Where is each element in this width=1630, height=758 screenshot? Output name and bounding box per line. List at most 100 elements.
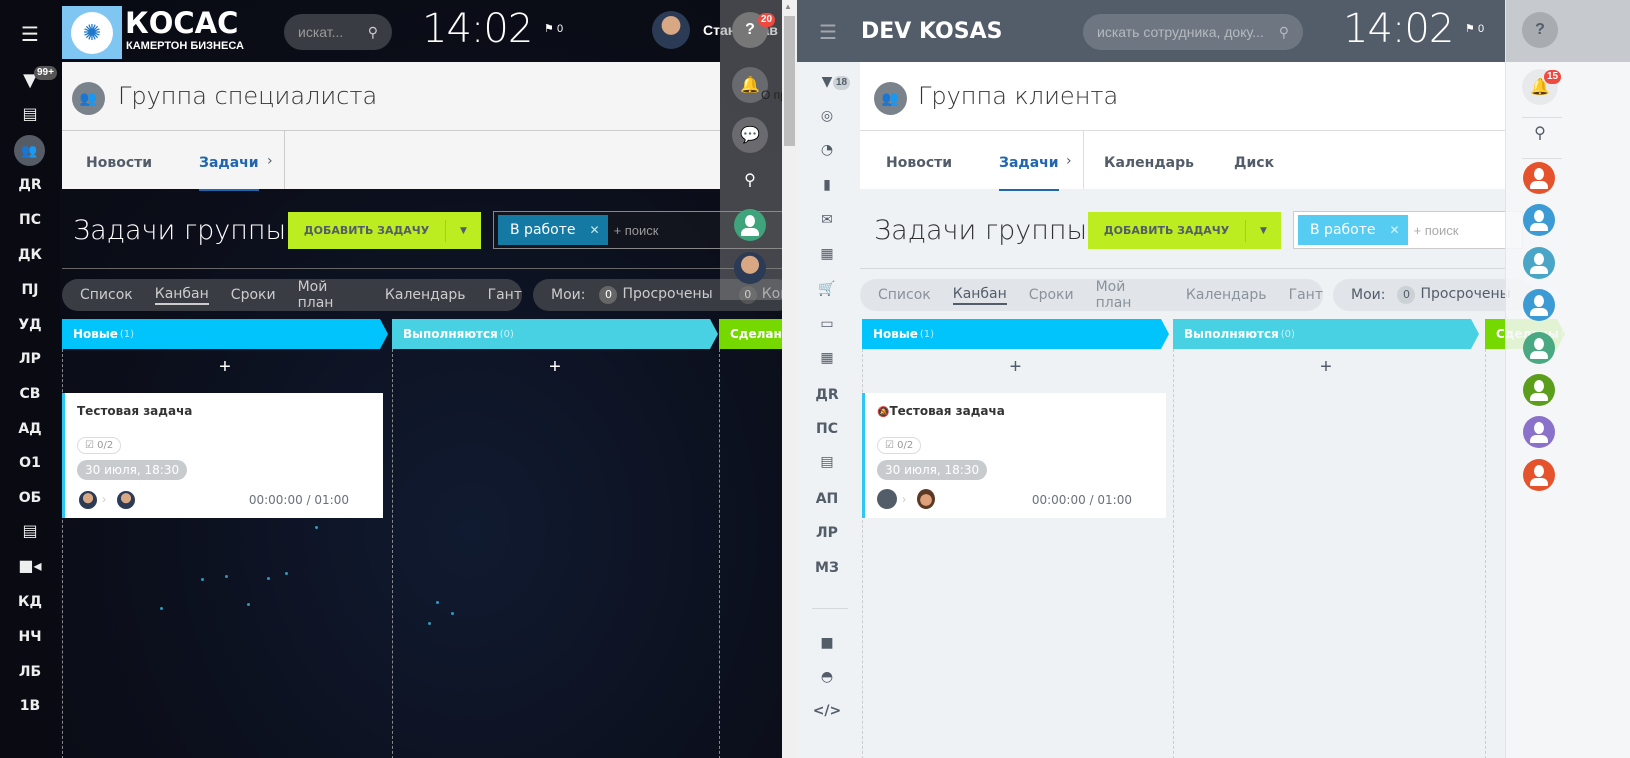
mail-icon[interactable]: ✉ (797, 212, 857, 228)
kanban-column-header[interactable]: Новые (1) (862, 319, 1169, 349)
sidebar-item[interactable]: КД (0, 594, 60, 610)
view-tab[interactable]: Гант (1289, 287, 1323, 303)
contact-avatar[interactable] (1523, 162, 1555, 194)
chat-icon[interactable]: 💬 (732, 117, 768, 153)
tabs-more-chevron-icon[interactable]: › (1066, 153, 1072, 169)
tab-news[interactable]: Новости (86, 155, 152, 171)
window-icon[interactable]: ▭ (797, 316, 857, 332)
view-tab[interactable]: Канбан (154, 286, 209, 305)
filter-search-input[interactable]: + поиск (614, 223, 659, 238)
cart-icon[interactable]: 🛒 (797, 281, 857, 297)
sidebar-item[interactable]: ПС (0, 212, 60, 228)
sidebar-item[interactable]: СВ (0, 386, 60, 402)
overdue-counter[interactable]: 0 Просрочены (599, 286, 713, 304)
deadline-badge[interactable]: 30 июля, 18:30 (77, 460, 188, 480)
add-task-button[interactable]: ДОБАВИТЬ ЗАДАЧУ ▼ (1088, 212, 1281, 249)
tab-tasks[interactable]: Задачи (999, 155, 1059, 191)
menu-hamburger-icon[interactable]: ☰ (0, 22, 60, 46)
add-task-dropdown-icon[interactable]: ▼ (445, 219, 481, 242)
tab-tasks[interactable]: Задачи (199, 155, 259, 191)
creator-avatar[interactable] (877, 489, 897, 509)
search-icon[interactable]: ⚲ (1522, 115, 1558, 151)
responsible-avatar[interactable] (117, 491, 135, 509)
scroll-up-icon[interactable]: ▲ (784, 2, 792, 11)
contact-avatar[interactable] (1523, 204, 1555, 236)
filter-funnel-icon[interactable]: ▼ (797, 74, 857, 90)
kanban-column-header[interactable]: Сделаны (719, 319, 782, 349)
document-icon[interactable]: ▤ (0, 104, 60, 123)
view-tab[interactable]: Список (878, 287, 931, 303)
add-task-plus-icon[interactable]: + (1173, 356, 1479, 379)
add-task-plus-icon[interactable]: + (862, 356, 1169, 379)
search-icon[interactable]: ⚲ (732, 162, 768, 198)
flag-counter[interactable]: ⚑ 0 (1465, 22, 1484, 35)
remove-filter-icon[interactable]: ✕ (1390, 223, 1400, 237)
time-tracker[interactable]: 00:00:00 / 01:00 (249, 493, 349, 507)
filter-search-input[interactable]: + поиск (1414, 223, 1459, 238)
task-card[interactable]: Тестовая задача ☑ 0/2 30 июля, 18:30 › 0… (62, 393, 383, 518)
tabs-more-chevron-icon[interactable]: › (267, 153, 273, 169)
contact-avatar[interactable] (1523, 289, 1555, 321)
sidebar-item[interactable]: ЛР (0, 351, 60, 367)
left-window-scrollbar[interactable]: ▲ (782, 0, 797, 758)
sidebar-item[interactable]: ДR (0, 177, 60, 193)
add-task-dropdown-icon[interactable]: ▼ (1245, 219, 1281, 242)
kanban-column-header[interactable]: Выполняются (0) (392, 319, 718, 349)
sidebar-item[interactable]: МЗ (797, 560, 857, 576)
task-filter[interactable]: В работе ✕ + поиск (1293, 211, 1523, 249)
sidebar-item[interactable]: ЛБ (0, 664, 60, 680)
sidebar-item[interactable]: 1В (0, 698, 60, 714)
add-task-button[interactable]: ДОБАВИТЬ ЗАДАЧУ ▼ (288, 212, 481, 249)
file-icon[interactable]: ▤ (797, 454, 857, 470)
remove-filter-icon[interactable]: ✕ (590, 223, 600, 237)
tab-disk[interactable]: Диск (1234, 155, 1274, 171)
sidebar-item[interactable]: НЧ (0, 629, 60, 645)
search-icon[interactable]: ⚲ (368, 24, 378, 41)
tab-calendar[interactable]: Календарь (1104, 155, 1194, 171)
sidebar-item[interactable]: УД (0, 317, 60, 333)
sidebar-item[interactable]: ПJ (0, 282, 60, 298)
sidebar-item[interactable]: АП (797, 491, 857, 507)
add-task-plus-icon[interactable]: + (392, 356, 718, 379)
header-search[interactable]: искат... ⚲ (284, 14, 392, 50)
file-icon[interactable]: ▤ (0, 521, 60, 540)
cash-register-icon[interactable]: ▦ (797, 246, 857, 262)
contact-avatar[interactable] (1523, 459, 1555, 491)
user-avatar[interactable] (652, 11, 690, 49)
view-tab[interactable]: Календарь (1186, 287, 1267, 303)
sidebar-item[interactable]: О1 (0, 455, 60, 471)
tab-news[interactable]: Новости (886, 155, 952, 171)
search-input[interactable]: искать сотрудника, доку... (1097, 24, 1264, 40)
chart-icon[interactable]: ▮ (797, 177, 857, 193)
sidebar-item[interactable]: ПС (797, 421, 857, 437)
apps-grid-icon[interactable]: ▦ (797, 350, 857, 366)
contact-avatar[interactable] (734, 209, 766, 241)
view-tab[interactable]: Сроки (231, 287, 276, 303)
kosas-logo[interactable]: ✺ (62, 6, 122, 59)
contact-avatar[interactable] (1523, 247, 1555, 279)
search-icon[interactable]: ⚲ (1279, 24, 1289, 41)
contact-avatar[interactable] (1523, 374, 1555, 406)
task-title[interactable]: Тестовая задача (77, 404, 192, 418)
kanban-column-header[interactable]: Новые (1) (62, 319, 388, 349)
add-task-plus-icon[interactable]: + (62, 356, 388, 379)
contact-avatar[interactable] (1523, 332, 1555, 364)
video-camera-icon[interactable]: ■◂ (0, 556, 60, 575)
sidebar-item[interactable]: ДК (0, 247, 60, 263)
view-tab[interactable]: Канбан (952, 286, 1007, 305)
time-tracker[interactable]: 00:00:00 / 01:00 (1032, 493, 1132, 507)
code-icon[interactable]: </> (797, 703, 857, 719)
sidebar-item[interactable]: АД (0, 421, 60, 437)
view-tab[interactable]: Мой план (298, 279, 363, 311)
task-card[interactable]: 🔕Тестовая задача ☑ 0/2 30 июля, 18:30 › … (862, 393, 1166, 518)
help-icon[interactable]: ? (1522, 12, 1558, 48)
video-camera-icon[interactable]: ■ (797, 635, 857, 651)
groups-icon[interactable]: 👥 (14, 135, 45, 166)
portal-title[interactable]: DEV KOSAS (861, 19, 1002, 44)
deadline-badge[interactable]: 30 июля, 18:30 (877, 460, 988, 480)
creator-avatar[interactable] (79, 491, 97, 509)
task-title[interactable]: 🔕Тестовая задача (877, 404, 1005, 418)
sidebar-item[interactable]: ОБ (0, 490, 60, 506)
responsible-avatar[interactable] (917, 489, 935, 509)
scrollbar-thumb[interactable] (784, 16, 795, 146)
